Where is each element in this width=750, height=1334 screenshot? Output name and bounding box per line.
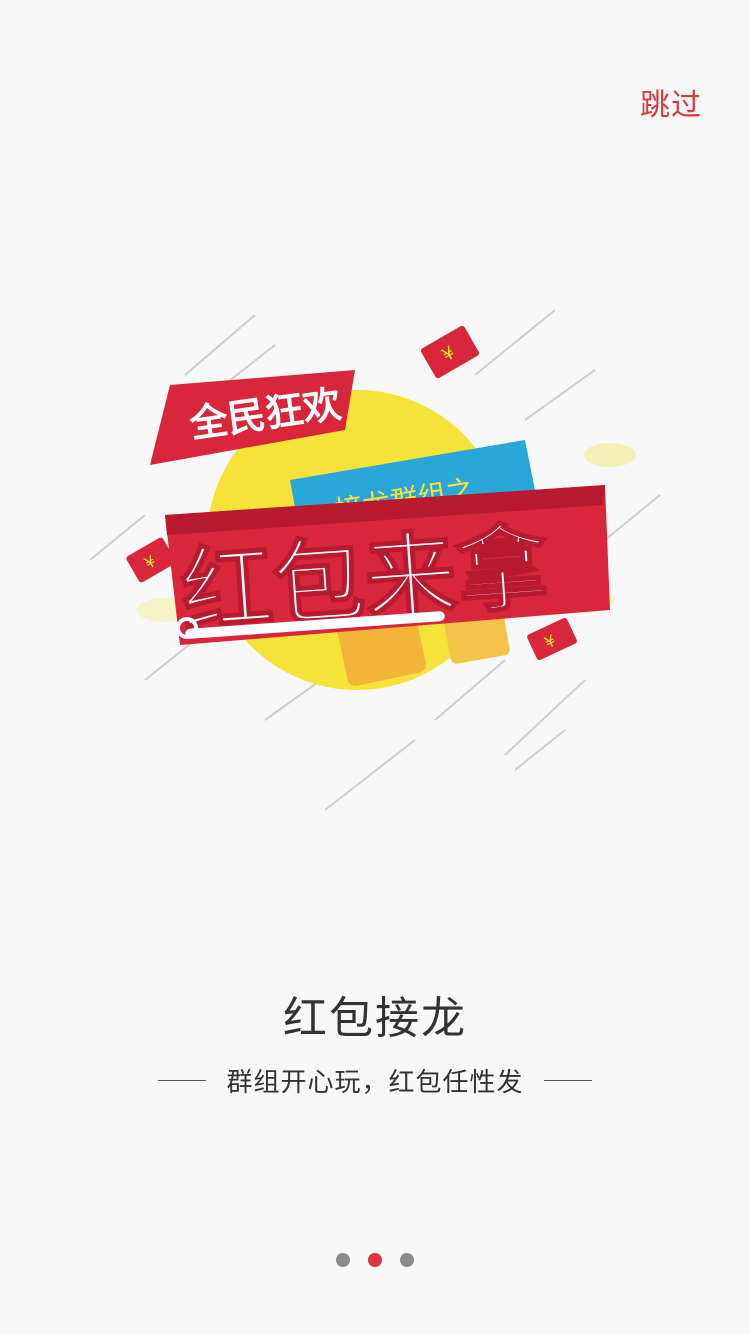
divider-right — [543, 1080, 592, 1081]
subtitle-row: 群组开心玩，红包任性发 — [0, 1062, 750, 1099]
divider-left — [158, 1080, 207, 1081]
page-dot-2-active[interactable] — [368, 1253, 382, 1267]
red-envelope-icon: ¥ — [420, 325, 480, 379]
page-subtitle: 群组开心玩，红包任性发 — [226, 1068, 524, 1098]
page-dot-3[interactable] — [400, 1253, 414, 1267]
page-title: 红包接龙 — [283, 993, 467, 1044]
hero-illustration: ¥ ¥ ¥ 全民狂欢 接龙群组之 红包来拿 — [85, 290, 665, 820]
page-dot-1[interactable] — [336, 1253, 350, 1267]
skip-button[interactable]: 跳过 — [640, 80, 702, 124]
page-indicator[interactable] — [0, 1253, 750, 1267]
red-envelope-icon: ¥ — [527, 618, 577, 660]
